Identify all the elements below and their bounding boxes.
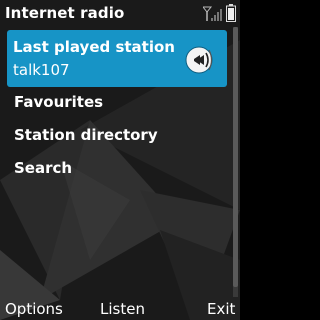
phone-screen: Internet radio Last played station talk1… — [0, 0, 240, 320]
scrollbar[interactable] — [233, 27, 238, 297]
title-bar: Internet radio — [0, 0, 240, 27]
softkey-bar: Options Listen Exit — [0, 298, 240, 320]
scrollbar-thumb[interactable] — [233, 27, 238, 287]
battery-icon — [226, 4, 236, 22]
options-softkey[interactable]: Options — [5, 300, 63, 318]
signal-icon — [203, 6, 222, 21]
app-title: Internet radio — [5, 4, 125, 22]
menu-item-search[interactable]: Search — [14, 159, 72, 177]
listen-softkey[interactable]: Listen — [100, 300, 145, 318]
menu-item-sublabel: talk107 — [13, 61, 70, 79]
menu-item-station-directory[interactable]: Station directory — [14, 126, 158, 144]
menu-item-favourites[interactable]: Favourites — [14, 93, 103, 111]
exit-softkey[interactable]: Exit — [207, 300, 235, 318]
radio-station-icon — [185, 46, 213, 74]
menu-item-last-played-station[interactable]: Last played station talk107 — [7, 30, 227, 87]
menu-item-label: Last played station — [13, 38, 175, 56]
